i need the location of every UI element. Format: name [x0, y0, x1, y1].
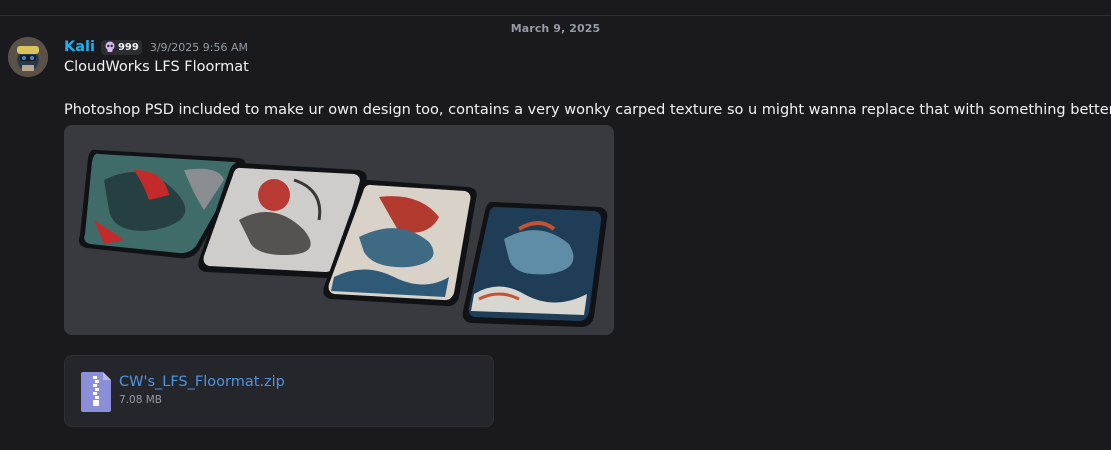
message-timestamp[interactable]: 3/9/2025 9:56 AM	[150, 41, 248, 54]
file-attachment: CW's_LFS_Floormat.zip 7.08 MB	[64, 355, 494, 427]
author-name[interactable]: Kali	[64, 39, 95, 55]
image-attachment[interactable]	[64, 125, 614, 335]
avatar[interactable]	[8, 37, 48, 77]
message-body-line: Photoshop PSD included to make ur own de…	[64, 102, 1111, 118]
message-title-line: CloudWorks LFS Floormat	[64, 59, 249, 75]
date-divider-label: March 9, 2025	[504, 22, 607, 35]
floormat-image-4	[462, 201, 608, 327]
zip-file-icon	[81, 372, 111, 416]
date-divider: March 9, 2025	[0, 15, 1111, 35]
badge-count: 999	[117, 41, 139, 53]
message-header: Kali 999 3/9/2025 9:56 AM	[64, 37, 248, 57]
file-size: 7.08 MB	[119, 394, 162, 406]
user-badge[interactable]: 999	[100, 39, 142, 55]
file-name-link[interactable]: CW's_LFS_Floormat.zip	[119, 374, 285, 390]
skull-icon	[105, 41, 115, 52]
